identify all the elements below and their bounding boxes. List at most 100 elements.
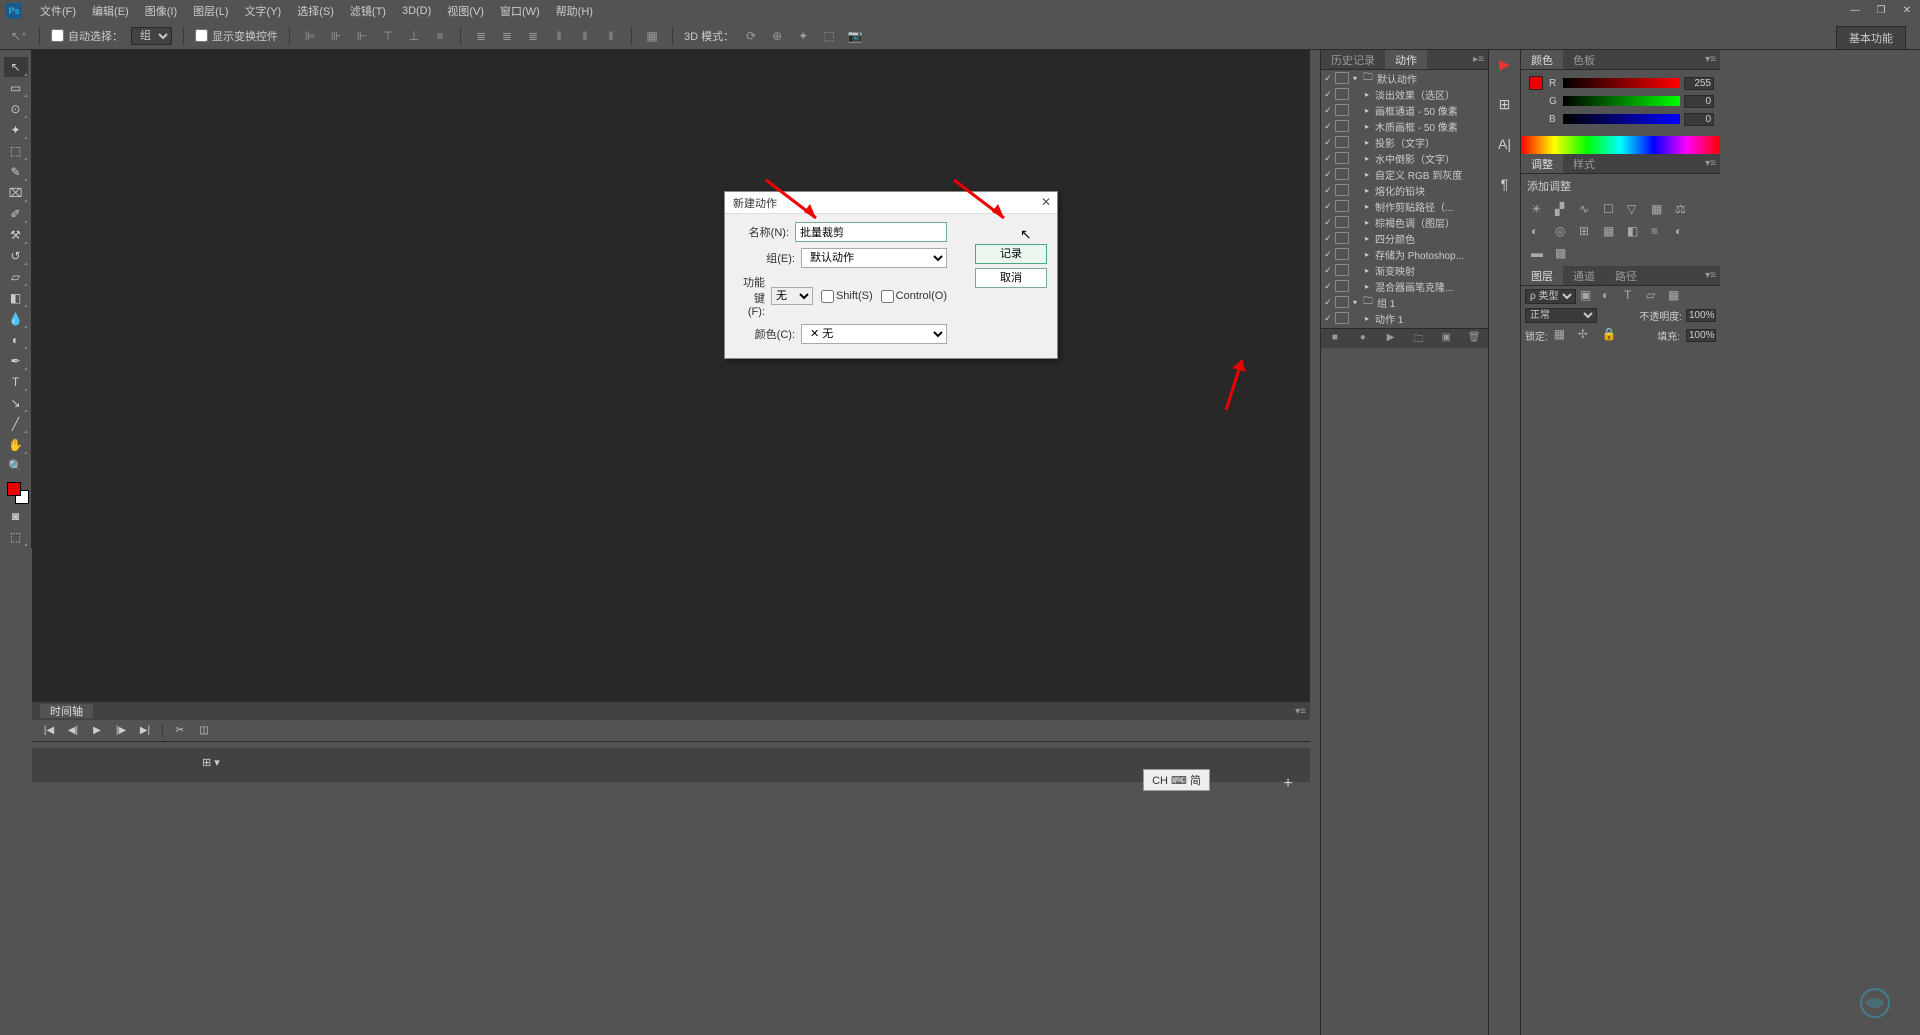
lasso-tool[interactable]: ⊙ [4,99,28,119]
fnkey-select[interactable]: 无 [771,287,813,305]
action-row[interactable]: ✓▸制作剪贴路径（... [1321,198,1488,214]
play-icon[interactable]: ▶ [1383,332,1399,346]
filter-adjust-icon[interactable]: ◐ [1602,288,1620,304]
menu-edit[interactable]: 编辑(E) [84,3,137,19]
auto-select-type[interactable]: 组 [131,27,172,45]
menu-help[interactable]: 帮助(H) [548,3,601,19]
lock-all-icon[interactable]: 🔒 [1602,327,1620,343]
auto-select-check[interactable]: 自动选择： [51,28,123,44]
timeline-track[interactable]: ⊞ ▾ [32,748,1310,782]
color-spectrum[interactable] [1521,136,1720,156]
g-slider[interactable] [1563,96,1680,106]
last-frame-icon[interactable]: ▶| [138,725,152,736]
paragraph-dock-icon[interactable]: ¶ [1495,174,1515,194]
properties-dock-icon[interactable]: ⊞ [1495,94,1515,114]
timeline-tab[interactable]: 时间轴 [40,704,93,718]
3d-icon[interactable]: 📷 [846,27,864,45]
workspace-selector[interactable]: 基本功能 [1836,26,1906,50]
blend-mode[interactable]: 正常 [1525,308,1597,323]
menu-image[interactable]: 图像(I) [137,3,185,19]
exposure-icon[interactable]: ☐ [1603,202,1621,218]
mute-icon[interactable]: ✂ [173,725,187,736]
threshold-icon[interactable]: ◐ [1675,224,1693,240]
3d-icon[interactable]: ✦ [794,27,812,45]
history-tab[interactable]: 历史记录 [1321,50,1385,69]
invert-icon[interactable]: ◧ [1627,224,1645,240]
play-button-icon[interactable]: ▶ [90,725,104,736]
swatches-tab[interactable]: 色板 [1563,50,1605,69]
layer-filter[interactable]: ρ 类型 [1525,289,1576,304]
3d-icon[interactable]: ⬚ [820,27,838,45]
prev-frame-icon[interactable]: ◀| [66,725,80,736]
brush-tool[interactable]: ✐ [4,204,28,224]
record-button[interactable]: 记录 [975,244,1047,264]
action-row[interactable]: ✓▸熔化的铅块 [1321,182,1488,198]
quickmask-tool[interactable]: ◙ [4,506,28,526]
action-row[interactable]: ✓▸淡出效果（选区） [1321,86,1488,102]
distribute-icon[interactable]: ≣ [498,27,516,45]
window-maximize[interactable]: ❐ [1868,0,1894,20]
action-row[interactable]: ✓▸自定义 RGB 到灰度 [1321,166,1488,182]
new-action-icon[interactable]: ▣ [1438,332,1454,346]
filter-shape-icon[interactable]: ▱ [1646,288,1664,304]
photo-icon[interactable]: ◎ [1555,224,1573,240]
align-icon[interactable]: ⊥ [405,27,423,45]
screenmode-tool[interactable]: ⬚ [4,527,28,547]
panel-menu-icon[interactable]: ▸≡ [1473,54,1484,65]
align-icon[interactable]: ⊤ [379,27,397,45]
cb-icon[interactable]: ⚖ [1675,202,1693,218]
mixer-icon[interactable]: ⊞ [1579,224,1597,240]
action-row[interactable]: ✓▸木质画框 - 50 像素 [1321,118,1488,134]
distribute-icon[interactable]: ‖ [550,27,568,45]
layers-tab[interactable]: 图层 [1521,266,1563,285]
record-icon[interactable]: ● [1355,332,1371,346]
channels-tab[interactable]: 通道 [1563,266,1605,285]
b-slider[interactable] [1563,114,1680,124]
actions-tab[interactable]: 动作 [1385,50,1427,69]
color-tab[interactable]: 颜色 [1521,50,1563,69]
settings-icon[interactable]: ◫ [197,725,211,736]
align-icon[interactable]: ⊪ [327,27,345,45]
action-row[interactable]: ✓▸棕褐色调（图层） [1321,214,1488,230]
new-folder-icon[interactable]: 🗀 [1410,332,1426,346]
move-tool[interactable]: ↖ [4,57,28,77]
gradient-icon[interactable]: ▬ [1531,246,1549,262]
color-select[interactable]: ✕ 无 [801,324,947,344]
ctrl-check[interactable]: Control(O) [881,290,947,303]
stamp-tool[interactable]: ⚒ [4,225,28,245]
action-row[interactable]: ✓▸动作 1 [1321,310,1488,326]
play-dock-icon[interactable]: ▶ [1495,54,1515,74]
fg-swatch[interactable] [1529,76,1543,90]
next-frame-icon[interactable]: |▶ [114,725,128,736]
action-row[interactable]: ✓▾🗀默认动作 [1321,70,1488,86]
stop-icon[interactable]: ■ [1327,332,1343,346]
panel-menu-icon[interactable]: ▾≡ [1295,706,1306,717]
pen-tool[interactable]: ✒ [4,351,28,371]
align-icon[interactable]: ⊫ [301,27,319,45]
menu-3d[interactable]: 3D(D) [394,5,439,17]
action-row[interactable]: ✓▸四分颜色 [1321,230,1488,246]
panel-menu-icon[interactable]: ▾≡ [1705,270,1716,281]
magic-wand-tool[interactable]: ✦ [4,120,28,140]
levels-icon[interactable]: ▞ [1555,202,1573,218]
3d-icon[interactable]: ⊕ [768,27,786,45]
panel-menu-icon[interactable]: ▾≡ [1705,158,1716,169]
gradient-tool[interactable]: ◧ [4,288,28,308]
action-row[interactable]: ✓▸混合器画笔克隆... [1321,278,1488,294]
color-swatch[interactable] [7,482,25,500]
healing-tool[interactable]: ⌧ [4,183,28,203]
distribute-icon[interactable]: ≣ [524,27,542,45]
crop-tool[interactable]: ⬚ [4,141,28,161]
blur-tool[interactable]: 💧 [4,309,28,329]
lock-pixels-icon[interactable]: ▦ [1554,327,1572,343]
distribute-icon[interactable]: ≣ [472,27,490,45]
delete-icon[interactable]: 🗑 [1466,332,1482,346]
first-frame-icon[interactable]: |◀ [42,725,56,736]
history-brush-tool[interactable]: ↺ [4,246,28,266]
menu-file[interactable]: 文件(F) [32,3,84,19]
marquee-tool[interactable]: ▭ [4,78,28,98]
menu-view[interactable]: 视图(V) [439,3,492,19]
curves-icon[interactable]: ∿ [1579,202,1597,218]
canvas-area[interactable] [32,50,1310,701]
opacity-value[interactable]: 100% [1686,309,1716,322]
